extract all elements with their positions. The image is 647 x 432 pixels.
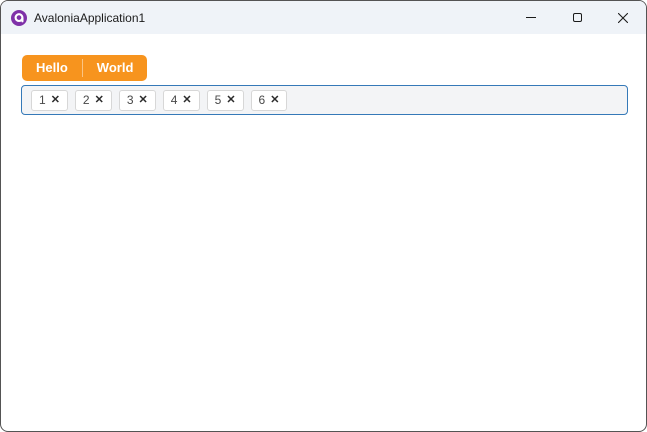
chip-label: 6 — [258, 93, 266, 107]
chip-label: 3 — [126, 93, 134, 107]
avalonia-logo-icon — [11, 9, 27, 26]
tag-chip: 2 ✕ — [74, 89, 112, 111]
world-button[interactable]: World — [83, 55, 148, 81]
tag-chip: 6 ✕ — [250, 89, 288, 111]
tag-input[interactable]: 1 ✕ 2 ✕ 3 ✕ 4 ✕ 5 ✕ 6 ✕ — [21, 85, 628, 115]
tag-chip: 3 ✕ — [118, 89, 156, 111]
chip-label: 5 — [214, 93, 222, 107]
minimize-icon — [526, 17, 536, 18]
chip-label: 1 — [39, 93, 46, 107]
tag-chip: 1 ✕ — [31, 89, 68, 111]
close-icon — [617, 12, 629, 23]
chip-remove-icon[interactable]: ✕ — [182, 94, 191, 106]
minimize-button[interactable] — [508, 1, 554, 34]
tag-chip: 5 ✕ — [206, 89, 244, 111]
toolbar: Hello World — [22, 55, 148, 81]
chip-remove-icon[interactable]: ✕ — [139, 94, 148, 106]
window-title: AvaloniaApplication1 — [34, 10, 146, 25]
chip-remove-icon[interactable]: ✕ — [270, 94, 279, 106]
hello-button[interactable]: Hello — [22, 55, 82, 81]
content-area: Hello World 1 ✕ 2 ✕ 3 ✕ 4 ✕ 5 ✕ 6 ✕ — [1, 34, 646, 115]
chip-remove-icon[interactable]: ✕ — [226, 94, 235, 106]
caption-buttons — [508, 1, 646, 34]
close-button[interactable] — [600, 1, 646, 34]
chip-label: 4 — [170, 93, 178, 107]
chip-label: 2 — [82, 93, 90, 107]
titlebar[interactable]: AvaloniaApplication1 — [1, 1, 646, 34]
tag-chip: 4 ✕ — [162, 89, 200, 111]
maximize-icon — [572, 13, 582, 22]
app-window: AvaloniaApplication1 Hello World 1 ✕ 2 ✕… — [0, 0, 647, 432]
chip-remove-icon[interactable]: ✕ — [95, 94, 104, 106]
chip-remove-icon[interactable]: ✕ — [51, 94, 60, 106]
maximize-button[interactable] — [554, 1, 600, 34]
